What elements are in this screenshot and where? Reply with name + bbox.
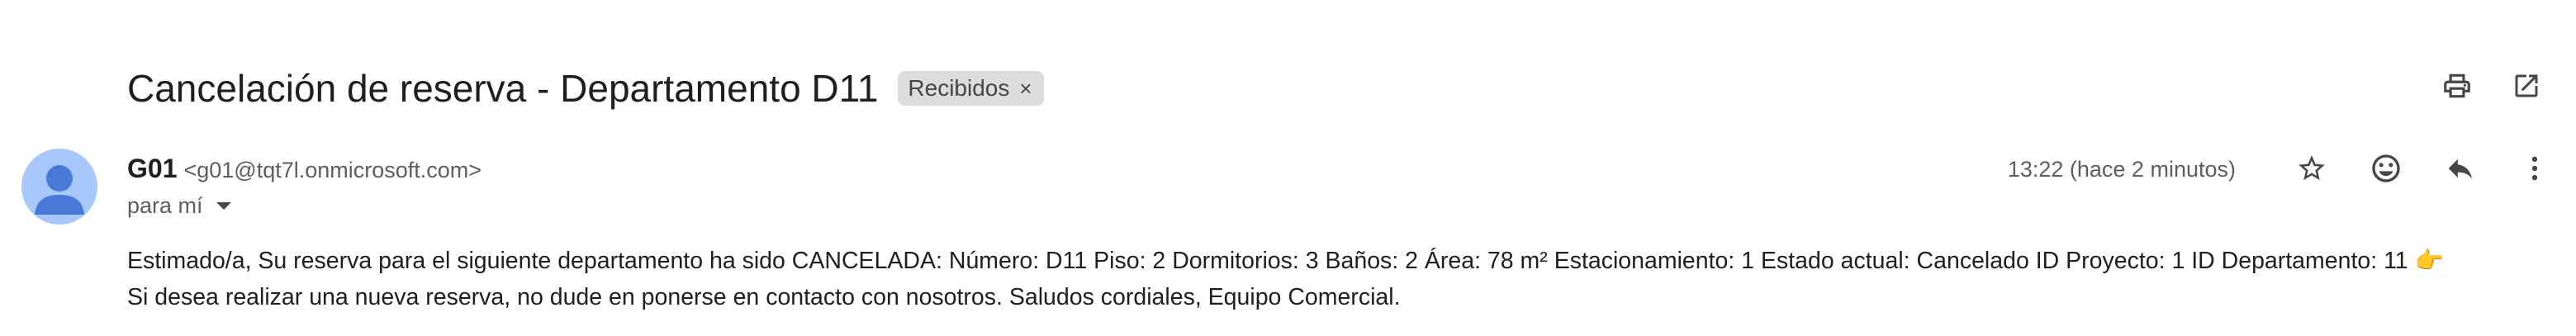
email-body: Estimado/a, Su reserva para el siguiente…	[127, 243, 2522, 315]
label-chip-inbox[interactable]: Recibidos ×	[898, 71, 1044, 106]
label-chip-remove-icon[interactable]: ×	[1019, 76, 1032, 102]
subject-row: Cancelación de reserva - Departamento D1…	[127, 59, 1044, 117]
open-in-new-window-icon[interactable]	[2510, 69, 2543, 102]
sender-avatar[interactable]	[21, 149, 97, 225]
more-vertical-icon[interactable]	[2518, 152, 2551, 185]
star-icon[interactable]	[2295, 152, 2328, 185]
thread-actions	[2441, 69, 2543, 102]
sender-email: <g01@tqt7l.onmicrosoft.com>	[183, 158, 482, 182]
sender-line: G01 <g01@tqt7l.onmicrosoft.com>	[127, 154, 482, 184]
emoji-reaction-icon[interactable]	[2370, 152, 2403, 185]
email-timestamp: 13:22 (hace 2 minutos)	[2007, 157, 2236, 182]
recipient-text: para mí	[127, 193, 203, 218]
chevron-down-icon[interactable]	[216, 202, 231, 210]
email-subject: Cancelación de reserva - Departamento D1…	[127, 67, 879, 110]
email-body-line-2: Si desea realizar una nueva reserva, no …	[127, 284, 1401, 310]
print-icon[interactable]	[2441, 69, 2474, 102]
email-body-line-1: Estimado/a, Su reserva para el siguiente…	[127, 248, 2445, 274]
label-chip-text: Recibidos	[908, 75, 1010, 101]
message-actions	[2295, 152, 2551, 185]
sender-name[interactable]: G01	[127, 154, 177, 184]
reply-icon[interactable]	[2444, 152, 2477, 185]
recipient-details-toggle[interactable]: para mí	[127, 193, 231, 219]
person-avatar-icon	[35, 165, 84, 215]
